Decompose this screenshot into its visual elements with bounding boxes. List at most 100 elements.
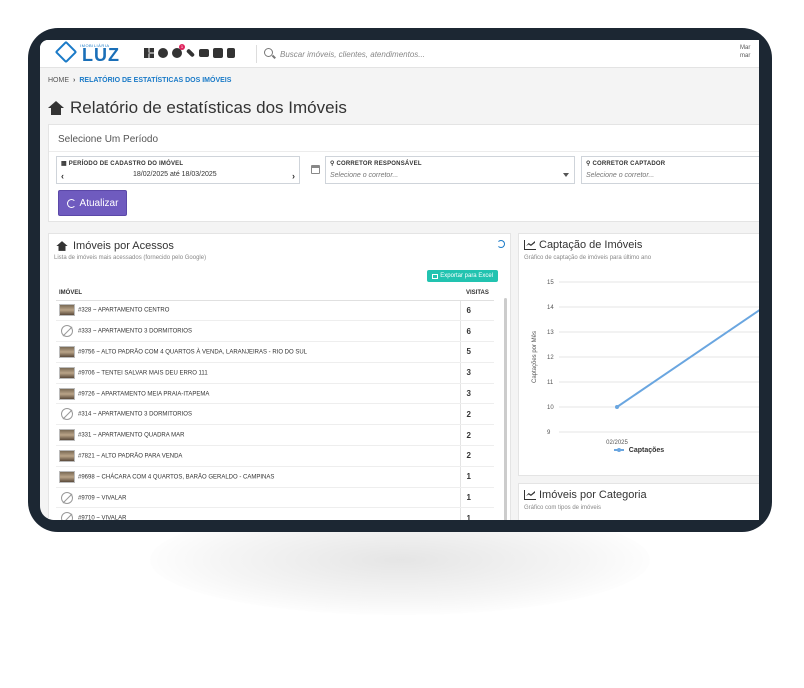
grid-icon[interactable] [144,48,154,58]
y-tick-label: 12 [547,355,554,361]
corretor-responsavel-label: ⚲ CORRETOR RESPONSÁVEL [330,161,422,167]
global-search-input[interactable] [280,46,580,62]
no-image-icon [61,325,73,338]
y-tick-label: 11 [547,380,554,386]
company-logo[interactable]: IMOBILIÁRIA LUZ [54,40,138,66]
cadastro-period-field[interactable]: ▦ PERÍODO DE CADASTRO DO IMÓVEL ‹ 18/02/… [56,156,300,184]
acessos-table: IMÓVEL VISITAS #328 ~ APARTAMENTO CENTRO… [56,286,494,520]
dashboard-icon[interactable] [158,48,168,58]
property-cell: #7821 ~ ALTO PADRÃO PARA VENDA [56,445,460,467]
trash-icon[interactable] [227,48,235,58]
property-name[interactable]: #9706 ~ TENTEI SALVAR MAIS DEU ERRO 111 [78,370,208,376]
notification-badge: 1 [179,44,185,50]
table-row[interactable]: #7821 ~ ALTO PADRÃO PARA VENDA 2 [56,445,494,467]
toolbar: 1 [144,44,235,58]
property-name[interactable]: #9698 ~ CHÁCARA COM 4 QUARTOS, BARÃO GER… [78,474,274,480]
property-thumbnail [59,366,75,379]
property-name[interactable]: #9726 ~ APARTAMENTO MEIA PRAIA-ITAPEMA [78,391,209,397]
property-name[interactable]: #328 ~ APARTAMENTO CENTRO [78,308,169,314]
cadastro-period-value: 18/02/2025 até 18/03/2025 [133,171,217,178]
calendar-icon[interactable] [213,48,223,58]
calendar-icon[interactable] [311,165,320,174]
property-name[interactable]: #9756 ~ ALTO PADRÃO COM 4 QUARTOS À VEND… [78,350,307,356]
property-name[interactable]: #333 ~ APARTAMENTO 3 DORMITORIOS [78,329,192,335]
visits-count: 2 [459,424,494,447]
toolbar-divider [256,45,257,63]
period-heading: Selecione Um Período [58,134,159,145]
property-name[interactable]: #7821 ~ ALTO PADRÃO PARA VENDA [78,454,182,460]
corretor-responsavel-select[interactable]: ⚲ CORRETOR RESPONSÁVEL Selecione o corre… [325,156,575,184]
chart-legend[interactable]: Captações [519,447,759,454]
property-name[interactable]: #314 ~ APARTAMENTO 3 DORMITORIOS [78,412,192,418]
export-button-label: Exportar para Excel [440,273,493,279]
users-icon[interactable]: 1 [172,44,185,58]
captacao-title: Captação de Imóveis [524,239,642,251]
property-thumbnail [59,449,75,462]
table-row[interactable]: #9726 ~ APARTAMENTO MEIA PRAIA-ITAPEMA 3 [56,383,494,405]
top-navbar: IMOBILIÁRIA LUZ 1 Mar mar [40,40,759,68]
logo-text: LUZ [82,45,120,65]
table-row[interactable]: #314 ~ APARTAMENTO 3 DORMITORIOS 2 [56,403,494,426]
table-row[interactable]: #9710 ~ VIVALAR 1 [56,507,494,520]
table-row[interactable]: #333 ~ APARTAMENTO 3 DORMITORIOS 6 [56,320,494,343]
legend-label: Captações [628,447,665,454]
categoria-subtitle: Gráfico com tipos de imóveis [524,505,602,511]
property-cell: #9756 ~ ALTO PADRÃO COM 4 QUARTOS À VEND… [56,341,460,363]
user-menu[interactable]: Mar mar [740,44,750,60]
user-name: Mar [740,45,751,51]
property-thumbnail [59,429,75,442]
update-button[interactable]: Atualizar [58,190,127,216]
visits-count: 6 [459,320,494,343]
visits-count: 1 [459,487,494,509]
home-icon [48,101,64,115]
corretor-captador-label: ⚲ CORRETOR CAPTADOR [586,161,666,167]
y-tick-label: 9 [547,430,551,436]
update-button-label: Atualizar [79,197,119,209]
chevron-right-icon: › [73,77,76,84]
logo-diamond-icon [54,40,78,64]
breadcrumb-current: RELATÓRIO DE ESTATÍSTICAS DOS IMÓVEIS [79,77,232,84]
visits-count: 5 [459,341,494,363]
page-title: Relatório de estatísticas dos Imóveis [48,98,347,118]
caret-down-icon [563,173,569,177]
captacao-panel: Captação de Imóveis Gráfico de captação … [518,233,759,476]
property-name[interactable]: #9709 ~ VIVALAR [78,495,126,501]
table-row[interactable]: #331 ~ APARTAMENTO QUADRA MAR 2 [56,424,494,447]
user-name-secondary: mar [740,53,751,59]
export-excel-button[interactable]: Exportar para Excel [427,270,498,282]
area-chart-icon [524,490,536,500]
sync-icon[interactable] [497,240,505,248]
area-chart-icon [524,240,536,250]
acessos-panel: Imóveis por Acessos Lista de imóveis mai… [48,233,511,520]
property-thumbnail [59,387,75,400]
corretor-captador-select[interactable]: ⚲ CORRETOR CAPTADOR Selecione o corretor… [581,156,759,184]
next-period-arrow[interactable]: › [292,171,295,181]
captacao-line-chart: 910111213141502/202503Captações por Mês [532,280,759,446]
property-cell: #9698 ~ CHÁCARA COM 4 QUARTOS, BARÃO GER… [56,466,460,488]
visits-count: 3 [459,362,494,384]
property-name[interactable]: #331 ~ APARTAMENTO QUADRA MAR [78,433,184,439]
data-point [615,405,619,409]
breadcrumb-home[interactable]: HOME [48,77,69,84]
link-icon[interactable] [185,48,196,58]
previous-period-arrow[interactable]: ‹ [61,171,64,181]
table-scrollbar[interactable] [504,298,507,520]
corretor-responsavel-placeholder: Selecione o corretor... [330,172,399,179]
property-cell: #9706 ~ TENTEI SALVAR MAIS DEU ERRO 111 [56,362,460,384]
mail-icon[interactable] [199,49,209,57]
categoria-title-text: Imóveis por Categoria [539,489,647,501]
visits-count: 1 [459,507,494,520]
period-filter-card: Selecione Um Período ▦ PERÍODO DE CADAST… [48,124,759,222]
visits-count: 1 [459,466,494,488]
table-row[interactable]: #9756 ~ ALTO PADRÃO COM 4 QUARTOS À VEND… [56,341,494,363]
table-row[interactable]: #9709 ~ VIVALAR 1 [56,487,494,509]
property-cell: #328 ~ APARTAMENTO CENTRO [56,300,460,322]
table-row[interactable]: #9698 ~ CHÁCARA COM 4 QUARTOS, BARÃO GER… [56,466,494,488]
table-row[interactable]: #9706 ~ TENTEI SALVAR MAIS DEU ERRO 111 3 [56,362,494,384]
property-name[interactable]: #9710 ~ VIVALAR [78,516,126,520]
property-thumbnail [59,470,75,483]
legend-swatch [613,447,624,452]
table-row[interactable]: #328 ~ APARTAMENTO CENTRO 6 [56,300,494,322]
divider [49,151,759,152]
no-image-icon [61,491,73,504]
